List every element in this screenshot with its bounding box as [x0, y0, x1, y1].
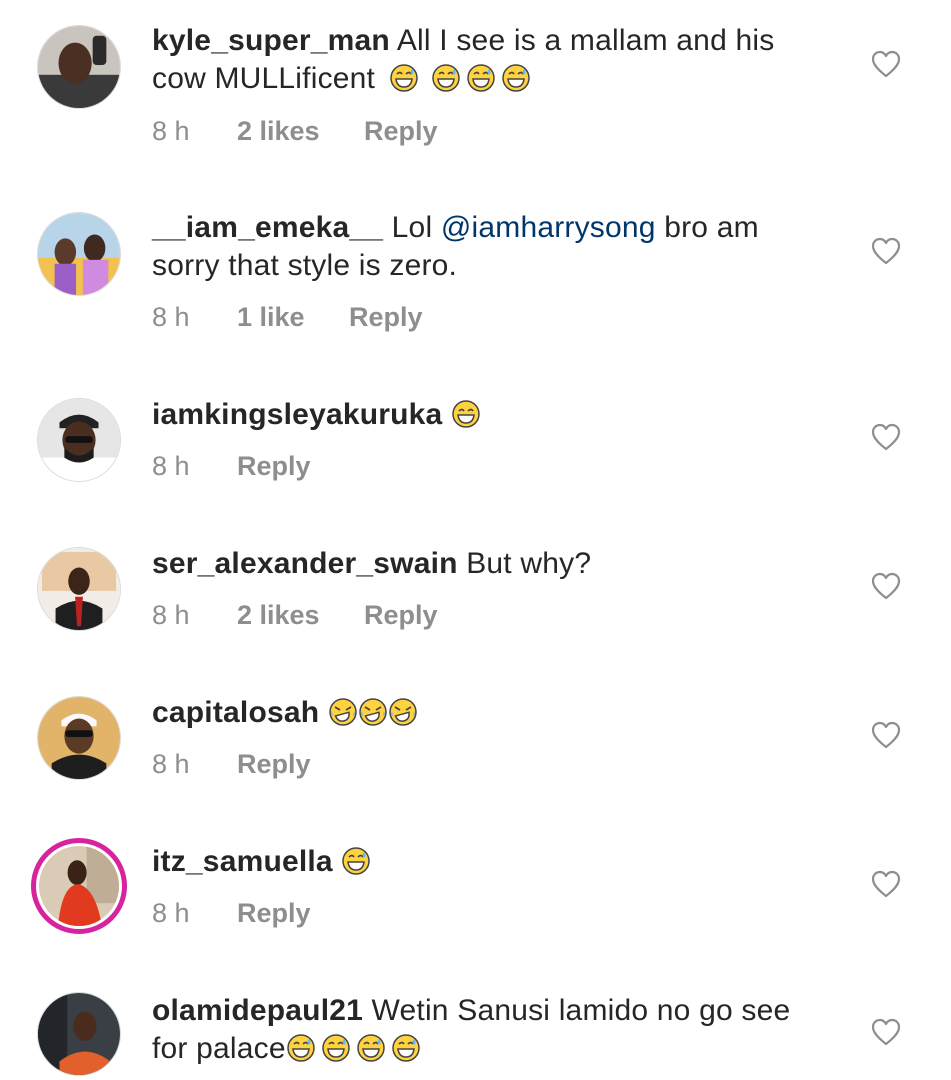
comment-time: 8 h	[152, 451, 190, 481]
avatar[interactable]	[37, 25, 121, 109]
comment-username[interactable]: olamidepaul21	[152, 994, 363, 1027]
likes-count[interactable]: 2 likes	[237, 116, 364, 147]
like-heart-icon[interactable]	[871, 50, 901, 78]
grinning-sweat-emoji	[431, 63, 461, 93]
comment-text: Lol	[383, 211, 441, 244]
comment-username[interactable]: itz_samuella	[152, 845, 333, 878]
reply-button[interactable]: Reply	[349, 302, 423, 333]
like-heart-icon[interactable]	[871, 423, 901, 451]
avatar[interactable]	[37, 212, 121, 296]
rofl-emoji	[358, 697, 388, 727]
avatar[interactable]	[37, 547, 121, 631]
grinning-sweat-emoji	[321, 1033, 351, 1063]
grinning-sweat-emoji	[501, 63, 531, 93]
grinning-sweat-emoji	[341, 846, 371, 876]
like-heart-icon[interactable]	[871, 237, 901, 265]
comment-text	[333, 845, 342, 878]
comment-time: 8 h	[152, 749, 190, 779]
comment-text: But why?	[457, 547, 592, 580]
rofl-emoji	[388, 697, 418, 727]
comment-username[interactable]: kyle_super_man	[152, 24, 390, 57]
reply-button[interactable]: Reply	[237, 749, 311, 780]
reply-button[interactable]: Reply	[364, 600, 438, 631]
like-heart-icon[interactable]	[871, 1018, 901, 1046]
comment-time: 8 h	[152, 600, 190, 630]
comment-time: 8 h	[152, 302, 190, 332]
comment-username[interactable]: ser_alexander_swain	[152, 547, 458, 580]
grinning-sweat-emoji	[356, 1033, 386, 1063]
avatar[interactable]	[37, 398, 121, 482]
grinning-sweat-emoji	[389, 63, 419, 93]
avatar	[39, 846, 119, 926]
avatar[interactable]	[37, 696, 121, 780]
like-heart-icon[interactable]	[871, 870, 901, 898]
reply-button[interactable]: Reply	[364, 116, 438, 147]
comment-text	[319, 696, 328, 729]
rofl-emoji	[328, 697, 358, 727]
likes-count[interactable]: 2 likes	[237, 600, 364, 631]
grinning-emoji	[451, 399, 481, 429]
like-heart-icon[interactable]	[871, 572, 901, 600]
mention-link[interactable]: @iamharrysong	[441, 211, 656, 244]
grinning-sweat-emoji	[391, 1033, 421, 1063]
grinning-sweat-emoji	[466, 63, 496, 93]
comment-username[interactable]: iamkingsleyakuruka	[152, 398, 442, 431]
avatar[interactable]	[37, 992, 121, 1076]
comment-username[interactable]: __iam_emeka__	[152, 211, 383, 244]
avatar-story-ring[interactable]	[31, 838, 127, 934]
grinning-sweat-emoji	[286, 1033, 316, 1063]
like-heart-icon[interactable]	[871, 721, 901, 749]
reply-button[interactable]: Reply	[237, 451, 311, 482]
comment-text	[442, 398, 451, 431]
likes-count[interactable]: 1 like	[237, 302, 349, 333]
comment-username[interactable]: capitalosah	[152, 696, 319, 729]
reply-button[interactable]: Reply	[237, 898, 311, 929]
comment-time: 8 h	[152, 116, 190, 146]
comment-time: 8 h	[152, 898, 190, 928]
